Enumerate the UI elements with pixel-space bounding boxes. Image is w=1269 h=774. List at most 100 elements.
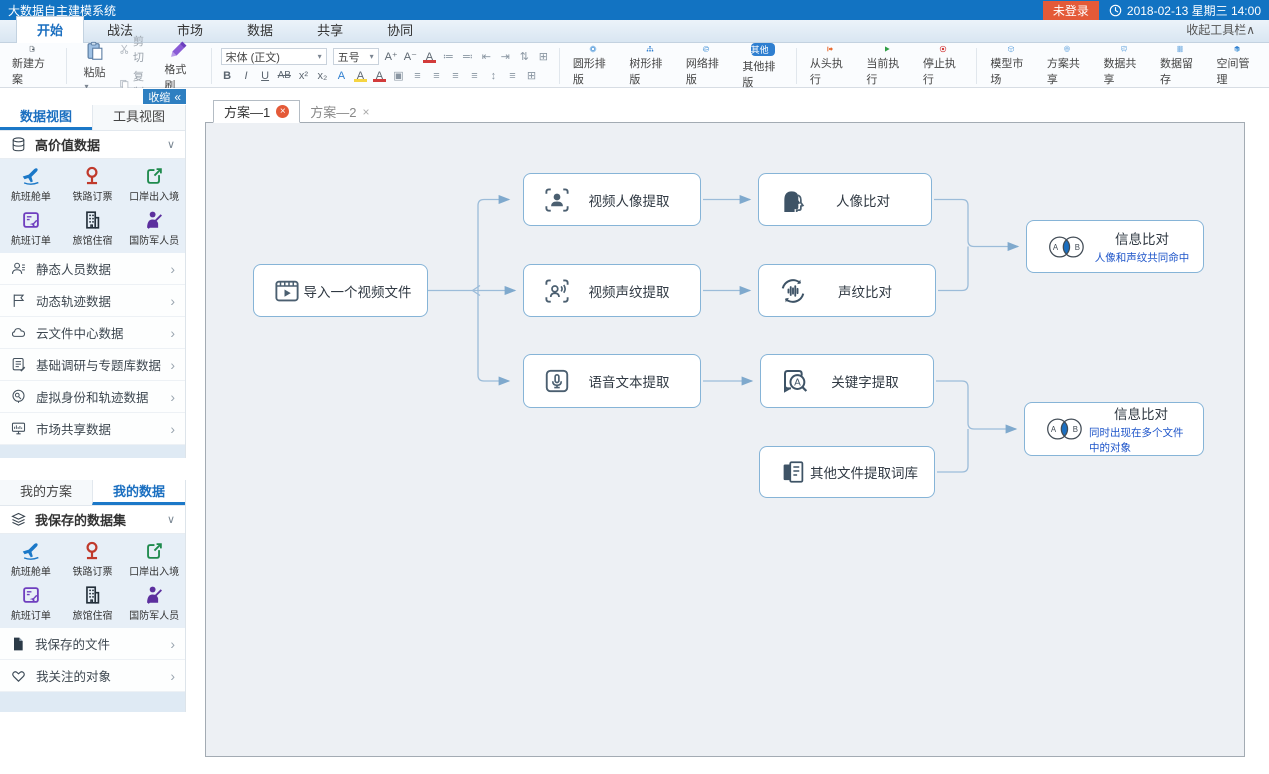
sort-button[interactable]: ⇅: [518, 50, 531, 63]
menu-tab-start[interactable]: 开始: [16, 16, 84, 43]
category-market-shared-data[interactable]: 市场共享数据 ›: [0, 413, 185, 445]
category-cloud-file-center[interactable]: 云文件中心数据 ›: [0, 317, 185, 349]
section-high-value-data[interactable]: 高价值数据 ∨: [0, 131, 185, 159]
bold-button[interactable]: B: [221, 70, 234, 82]
model-market-button[interactable]: 模型市场: [982, 45, 1039, 87]
table-button[interactable]: ⊞: [537, 50, 550, 63]
node-video-voiceprint-extract[interactable]: 视频声纹提取: [523, 264, 701, 317]
circle-layout-button[interactable]: 圆形排版: [565, 45, 622, 87]
new-plan-button[interactable]: 新建方案: [4, 45, 61, 87]
clear-format-button[interactable]: A: [423, 51, 436, 63]
text-effects-button[interactable]: A: [335, 70, 348, 82]
network-layout-button[interactable]: 网络排版: [678, 45, 735, 87]
node-voiceprint-compare[interactable]: 声纹比对: [758, 264, 936, 317]
tab-my-data[interactable]: 我的数据: [92, 480, 185, 505]
font-family-select[interactable]: 宋体 (正文)▾: [221, 48, 327, 65]
stop-run-button[interactable]: 停止执行: [915, 45, 972, 87]
borders-button[interactable]: ⊞: [525, 69, 538, 82]
node-info-compare-1[interactable]: AB 信息比对 人像和声纹共同命中: [1026, 220, 1204, 273]
category-research-library[interactable]: 基础调研与专题库数据 ›: [0, 349, 185, 381]
plan-share-button[interactable]: 方案共享: [1039, 45, 1096, 87]
dataset-hotel-stay[interactable]: 旅馆住宿: [62, 581, 124, 625]
shading-button[interactable]: ≡: [506, 70, 519, 82]
my-watched-objects[interactable]: 我关注的对象 ›: [0, 660, 185, 692]
data-share-button[interactable]: 数据共享: [1095, 45, 1152, 87]
dataset-flight-manifest[interactable]: 航班舱单: [0, 162, 62, 206]
data-retention-button[interactable]: 数据留存: [1152, 45, 1209, 87]
category-virtual-identity[interactable]: 虚拟身份和轨迹数据 ›: [0, 381, 185, 413]
close-tab-icon[interactable]: ×: [276, 105, 289, 118]
shrink-font-button[interactable]: A⁻: [404, 50, 417, 63]
align-left-button[interactable]: ≡: [411, 70, 424, 82]
space-manage-button[interactable]: 空间管理: [1209, 45, 1266, 87]
collapse-toolbar-button[interactable]: 收起工具栏∧: [1186, 21, 1255, 42]
subscript-button[interactable]: x₂: [316, 70, 329, 82]
align-center-button[interactable]: ≡: [430, 70, 443, 82]
tab-plan-1[interactable]: 方案—1 ×: [213, 100, 300, 123]
grow-font-button[interactable]: A⁺: [385, 50, 398, 63]
menu-tab-data[interactable]: 数据: [226, 16, 294, 43]
indent-button[interactable]: ⇥: [499, 50, 512, 63]
run-from-start-button[interactable]: 从头执行: [802, 45, 859, 87]
other-layout-button[interactable]: 其他 其他排版: [734, 45, 791, 87]
sidebar-collapse-button[interactable]: 收缩 «: [143, 89, 186, 104]
dataset-military-personnel[interactable]: 国防军人员: [123, 581, 185, 625]
outdent-button[interactable]: ⇤: [480, 50, 493, 63]
align-right-button[interactable]: ≡: [449, 70, 462, 82]
section-label: 高价值数据: [35, 135, 100, 154]
strikethrough-button[interactable]: AB: [278, 70, 291, 81]
dataset-flight-order[interactable]: 航班订单: [0, 206, 62, 250]
cut-button[interactable]: 剪切: [119, 33, 152, 65]
collapse-toolbar-label: 收起工具栏: [1186, 23, 1246, 37]
dataset-flight-order[interactable]: 航班订单: [0, 581, 62, 625]
tab-plan-2[interactable]: 方案—2 ×: [300, 100, 379, 123]
line-spacing-button[interactable]: ↕: [487, 70, 500, 82]
tab-tool-view[interactable]: 工具视图: [92, 105, 185, 130]
superscript-button[interactable]: x²: [297, 70, 310, 82]
paste-label: 粘贴: [83, 67, 105, 79]
menu-tab-share[interactable]: 共享: [296, 16, 364, 43]
login-status-badge[interactable]: 未登录: [1043, 1, 1099, 20]
italic-button[interactable]: I: [240, 70, 253, 82]
character-shading-button[interactable]: ▣: [392, 69, 405, 82]
font-color-button[interactable]: A: [373, 70, 386, 82]
numbered-list-button[interactable]: ≕: [461, 50, 474, 63]
close-tab-icon[interactable]: ×: [362, 105, 369, 119]
dataset-railway-ticket[interactable]: 铁路订票: [62, 537, 124, 581]
underline-button[interactable]: U: [259, 70, 272, 82]
section-saved-datasets[interactable]: 我保存的数据集 ∨: [0, 506, 185, 534]
bullet-list-button[interactable]: ≔: [442, 50, 455, 63]
paste-button[interactable]: 粘贴▾: [75, 40, 115, 92]
tab-my-plans[interactable]: 我的方案: [0, 480, 92, 505]
format-painter-button[interactable]: 格式刷: [156, 39, 201, 93]
node-keyword-extract[interactable]: A 关键字提取: [760, 354, 934, 408]
node-import-video-file[interactable]: 导入一个视频文件: [253, 264, 428, 317]
align-justify-button[interactable]: ≡: [468, 70, 481, 82]
panel-footer: [0, 445, 185, 458]
font-size-select[interactable]: 五号▾: [333, 48, 379, 65]
tree-layout-button[interactable]: 树形排版: [621, 45, 678, 87]
dataset-label: 航班舱单: [11, 188, 51, 203]
node-speech-to-text[interactable]: 语音文本提取: [523, 354, 701, 408]
dataset-border-entry-exit[interactable]: 口岸出入境: [123, 537, 185, 581]
my-saved-files[interactable]: 我保存的文件 ›: [0, 628, 185, 660]
double-left-icon: «: [174, 92, 181, 102]
node-video-face-extract[interactable]: 视频人像提取: [523, 173, 701, 226]
run-current-button[interactable]: 当前执行: [858, 45, 915, 87]
category-dynamic-trajectory[interactable]: 动态轨迹数据 ›: [0, 285, 185, 317]
flow-canvas[interactable]: 导入一个视频文件 视频人像提取 人像比对 视频声纹提取 声纹比对: [205, 122, 1245, 757]
category-static-personnel[interactable]: 静态人员数据 ›: [0, 253, 185, 285]
highlight-color-button[interactable]: A: [354, 70, 367, 82]
font-family-value: 宋体 (正文): [226, 49, 280, 65]
dataset-border-entry-exit[interactable]: 口岸出入境: [123, 162, 185, 206]
dataset-hotel-stay[interactable]: 旅馆住宿: [62, 206, 124, 250]
dataset-military-personnel[interactable]: 国防军人员: [123, 206, 185, 250]
tab-data-view[interactable]: 数据视图: [0, 105, 92, 130]
venn-compare-icon: AB: [1045, 232, 1091, 262]
node-other-files-lexicon[interactable]: 其他文件提取词库: [759, 446, 935, 498]
menu-tab-collab[interactable]: 协同: [366, 16, 434, 43]
dataset-railway-ticket[interactable]: 铁路订票: [62, 162, 124, 206]
node-info-compare-2[interactable]: AB 信息比对 同时出现在多个文件中的对象: [1024, 402, 1204, 456]
dataset-flight-manifest[interactable]: 航班舱单: [0, 537, 62, 581]
node-face-compare[interactable]: 人像比对: [758, 173, 932, 226]
